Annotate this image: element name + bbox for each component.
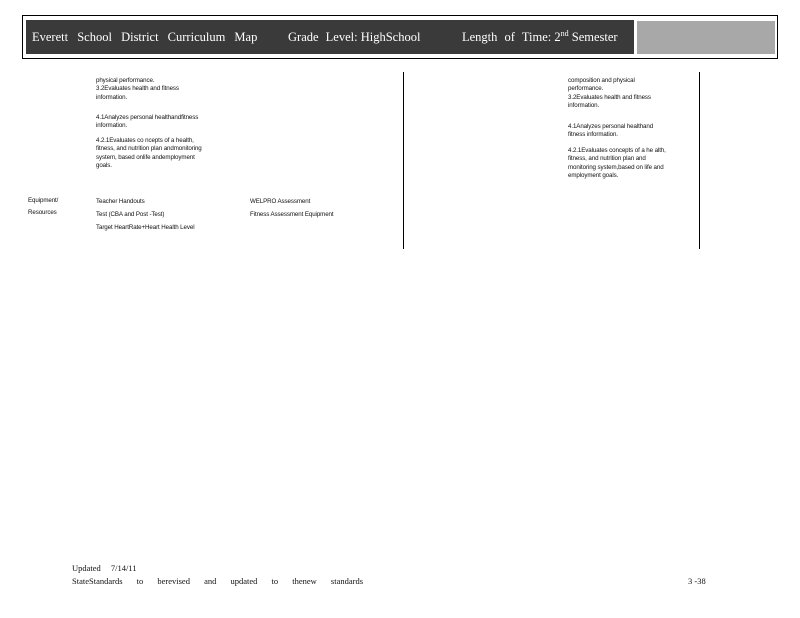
column-divider-middle xyxy=(403,72,404,249)
page-number: 3 -38 xyxy=(688,576,706,586)
right-analyzes-text: 4.1Analyzes personal healthand fitness i… xyxy=(568,123,654,139)
footer-standards-note: StateStandards to berevised and updated … xyxy=(72,576,364,586)
footer-updated: Updated 7/14/11 xyxy=(72,563,137,573)
header-title-bar: Everett School District Curriculum Map G… xyxy=(26,20,634,54)
equipment-items-right: WELPRO Assessment Fitness Assessment Equ… xyxy=(250,198,334,218)
equipment-label: Equipment/ Resources xyxy=(28,197,59,216)
page-header: Everett School District Curriculum Map G… xyxy=(22,15,778,59)
grade-level: Grade Level: HighSchool xyxy=(288,29,421,44)
left-evaluates-text: 4.2.1Evaluates co ncepts of a health, fi… xyxy=(96,137,202,169)
header-grey-block xyxy=(637,21,775,54)
right-evaluates-text: 4.2.1Evaluates concepts of a he alth, fi… xyxy=(568,147,666,179)
column-divider-right xyxy=(699,72,700,249)
left-analyzes-text: 4.1Analyzes personal healthandfitness in… xyxy=(96,114,199,130)
right-composition-text: composition and physical performance. 3.… xyxy=(568,77,651,109)
equipment-items-left: Teacher Handouts Test (CBA and Post -Tes… xyxy=(96,198,195,231)
left-performance-text: physical performance. 3.2Evaluates healt… xyxy=(96,77,179,101)
district-title: Everett School District Curriculum Map xyxy=(32,29,258,44)
length-of-time: Length of Time: 2nd Semester xyxy=(462,29,618,44)
